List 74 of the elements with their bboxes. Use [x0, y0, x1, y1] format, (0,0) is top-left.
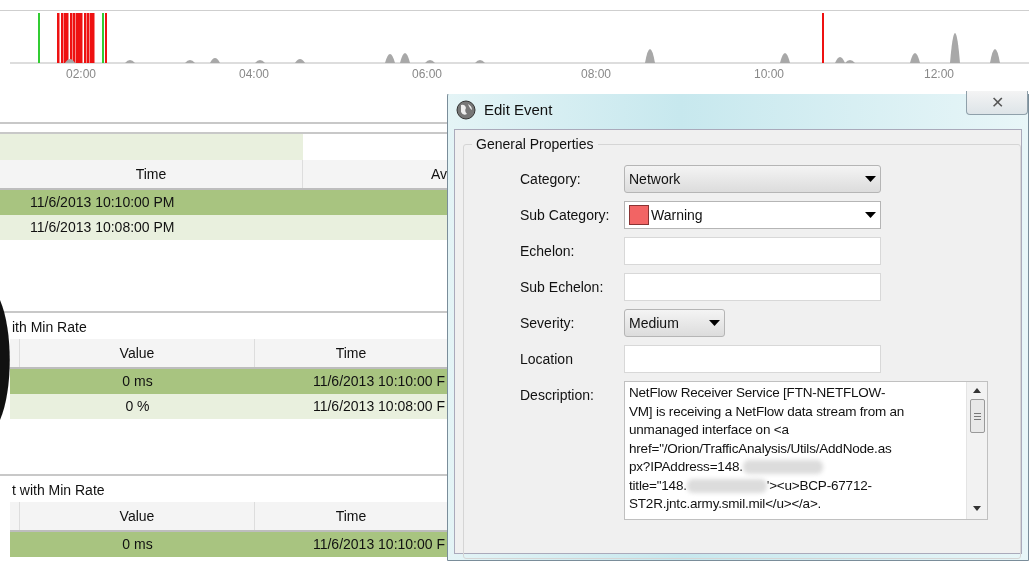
- text-field[interactable]: [624, 273, 881, 301]
- table-cell-text: 0 %: [124, 397, 151, 416]
- time-axis-label: 12:00: [924, 66, 955, 83]
- scroll-thumb[interactable]: [969, 399, 985, 433]
- column-header[interactable]: Av: [303, 160, 447, 188]
- field-label: Category:: [520, 170, 582, 189]
- scroll-down-icon: [973, 506, 981, 511]
- table-cell-text: 11/6/2013 10:08:00 PM: [29, 218, 175, 237]
- traffic-peak: [990, 49, 1000, 63]
- table-cell-text: 0 ms: [121, 372, 154, 391]
- traffic-peak: [185, 60, 195, 63]
- scrollbar[interactable]: [966, 382, 987, 519]
- table-row[interactable]: 0 ms 11/6/2013 10:10:00 F: [10, 369, 447, 394]
- description-text: px?IPAddress=148.: [629, 458, 743, 476]
- table-row[interactable]: 0 % 11/6/2013 10:08:00 F: [10, 394, 447, 419]
- caret-icon: [865, 212, 876, 218]
- traffic-peak: [645, 49, 655, 63]
- table-cell-text: 11/6/2013 10:10:00 F: [311, 372, 446, 391]
- traffic-peak: [475, 60, 485, 63]
- traffic-peak: [65, 59, 75, 63]
- field-label: Description:: [520, 386, 595, 405]
- traffic-peak: [910, 53, 920, 63]
- time-axis-label: 06:00: [412, 66, 443, 83]
- close-button[interactable]: ✕: [966, 91, 1028, 115]
- description-text: VM] is receiving a NetFlow data stream from an: [629, 402, 905, 421]
- time-axis-label: 02:00: [66, 66, 97, 83]
- section-title: t with Min Rate: [11, 481, 106, 500]
- traffic-peak: [425, 60, 435, 63]
- severity-dropdown[interactable]: Medium: [624, 309, 725, 337]
- table-row[interactable]: 0 ms 11/6/2013 10:10:00 F: [10, 532, 447, 557]
- table-cell-text: 0 ms: [121, 535, 154, 554]
- traffic-peak: [210, 58, 220, 63]
- field-label: Sub Category:: [520, 206, 611, 225]
- traffic-peak: [255, 60, 265, 63]
- table-cell-text: 11/6/2013 10:10:00 PM: [29, 193, 175, 212]
- table-cell-text: 11/6/2013 10:08:00 F: [311, 397, 446, 416]
- description-text: unmanaged interface on <a: [629, 421, 789, 439]
- text-field[interactable]: [624, 345, 881, 373]
- field-label: Echelon:: [520, 242, 576, 261]
- caret-icon: [709, 320, 720, 326]
- subcategory-dropdown[interactable]: Warning: [624, 201, 881, 229]
- field-label: Sub Echelon:: [520, 278, 605, 297]
- field-label: Severity:: [520, 314, 576, 333]
- traffic-peak: [295, 59, 305, 63]
- category-dropdown[interactable]: Network: [624, 165, 881, 193]
- event-marker: [38, 13, 40, 63]
- column-header[interactable]: Time: [255, 502, 447, 530]
- time-axis-label: 10:00: [754, 66, 785, 83]
- traffic-peak: [125, 60, 135, 63]
- table-cell-text: 11/6/2013 10:10:00 F: [311, 535, 446, 554]
- caret-icon: [865, 176, 876, 182]
- column-header[interactable]: Time: [255, 339, 447, 367]
- description-field[interactable]: [624, 381, 988, 520]
- description-text: NetFlow Receiver Service [FTN-NETFLOW-: [629, 384, 886, 402]
- traffic-peak: [950, 33, 960, 63]
- time-axis-label: 04:00: [239, 66, 270, 83]
- column-header[interactable]: Value: [20, 502, 255, 530]
- column-header[interactable]: Time: [0, 160, 303, 188]
- time-axis-label: 08:00: [581, 66, 612, 83]
- description-text: href="/Orion/TrafficAnalysis/Utils/AddNode.as: [629, 439, 892, 458]
- window-title: Edit Event: [484, 99, 553, 120]
- column-header[interactable]: Value: [20, 339, 255, 367]
- text-field[interactable]: [624, 237, 881, 265]
- event-marker: [822, 13, 824, 63]
- table-row[interactable]: 11/6/2013 10:10:00 PM: [0, 190, 447, 215]
- scroll-up-icon: [973, 388, 981, 393]
- description-text: '><u>BCP-67712-: [766, 476, 872, 495]
- description-text: ST2R.jntc.army.smil.mil</u></a>.: [629, 495, 822, 513]
- table-row[interactable]: 11/6/2013 10:08:00 PM: [0, 215, 447, 240]
- field-label: Location: [520, 350, 574, 369]
- globe-icon: [456, 100, 476, 120]
- description-text: title="148.: [629, 476, 687, 495]
- section-title: ith Min Rate: [11, 318, 88, 337]
- traffic-peak: [780, 53, 790, 63]
